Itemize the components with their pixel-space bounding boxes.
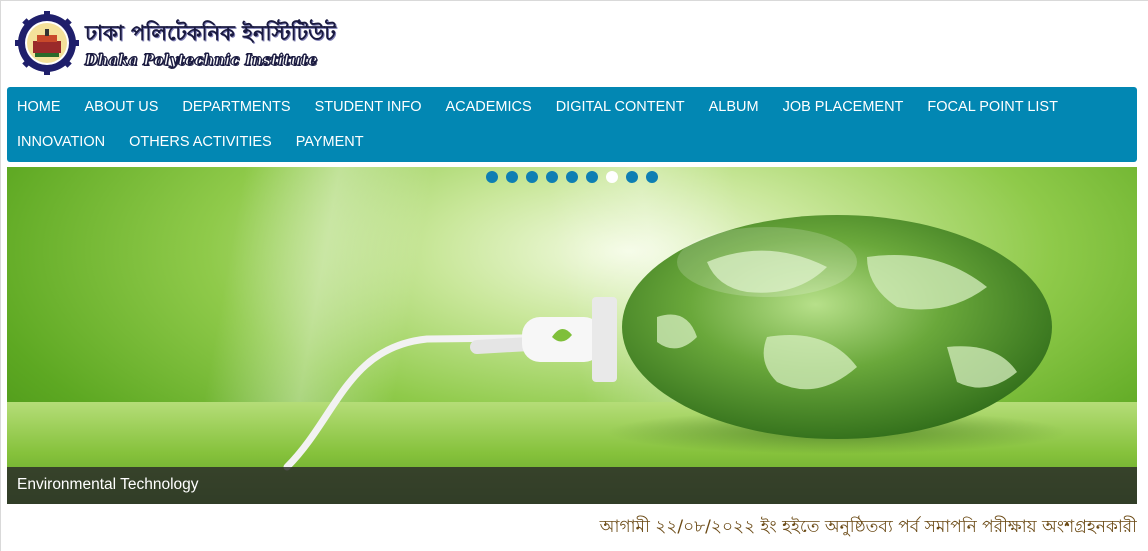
slider-dot-6[interactable] xyxy=(586,171,598,183)
nav-item-student-info[interactable]: STUDENT INFO xyxy=(315,90,422,125)
nav-item-home[interactable]: HOME xyxy=(17,90,61,125)
slider-dot-8[interactable] xyxy=(626,171,638,183)
slider-dot-2[interactable] xyxy=(506,171,518,183)
nav-item-innovation[interactable]: INNOVATION xyxy=(17,125,105,160)
slider-dot-7[interactable] xyxy=(606,171,618,183)
nav-item-job-placement[interactable]: JOB PLACEMENT xyxy=(783,90,904,125)
nav-item-academics[interactable]: ACADEMICS xyxy=(445,90,531,125)
nav-item-digital-content[interactable]: DIGITAL CONTENT xyxy=(556,90,685,125)
nav-item-payment[interactable]: PAYMENT xyxy=(296,125,364,160)
nav-item-others-activities[interactable]: OTHERS ACTIVITIES xyxy=(129,125,272,160)
slider-dot-5[interactable] xyxy=(566,171,578,183)
slider-pagination xyxy=(486,171,658,183)
nav-item-about-us[interactable]: ABOUT US xyxy=(85,90,159,125)
slider-dot-3[interactable] xyxy=(526,171,538,183)
notice-text[interactable]: আগামী ২২/০৮/২০২২ ইং হইতে অনুষ্ঠিতব্য পর্… xyxy=(600,514,1137,542)
site-header: ঢাকা পলিটেকনিক ইনস্টিটিউট Dhaka Polytech… xyxy=(15,11,360,77)
nav-item-focal-point-list[interactable]: FOCAL POINT LIST xyxy=(927,90,1058,125)
main-nav: HOME ABOUT US DEPARTMENTS STUDENT INFO ACADE… xyxy=(7,87,1137,162)
slider-dot-9[interactable] xyxy=(646,171,658,183)
nav-item-album[interactable]: ALBUM xyxy=(709,90,759,125)
earth-with-plug-cable-image xyxy=(283,215,1067,471)
slider-dot-4[interactable] xyxy=(546,171,558,183)
brand-name-english: Dhaka Polytechnic Institute xyxy=(85,52,318,70)
slider-caption: Environmental Technology xyxy=(17,476,199,493)
hero-slider[interactable]: Environmental Technology xyxy=(7,167,1137,504)
brand-name-bangla: ঢাকা পলিটেকনিক ইনস্টিটিউট xyxy=(85,20,336,45)
slider-dot-1[interactable] xyxy=(486,171,498,183)
institute-gear-emblem-icon[interactable] xyxy=(15,11,79,75)
notice-marquee[interactable]: আগামী ২২/০৮/২০২২ ইং হইতে অনুষ্ঠিতব্য পর্… xyxy=(7,512,1137,542)
nav-item-departments[interactable]: DEPARTMENTS xyxy=(182,90,290,125)
page: ঢাকা পলিটেকনিক ইনস্টিটিউট Dhaka Polytech… xyxy=(0,0,1148,551)
slider-caption-bar: Environmental Technology xyxy=(7,467,1137,504)
